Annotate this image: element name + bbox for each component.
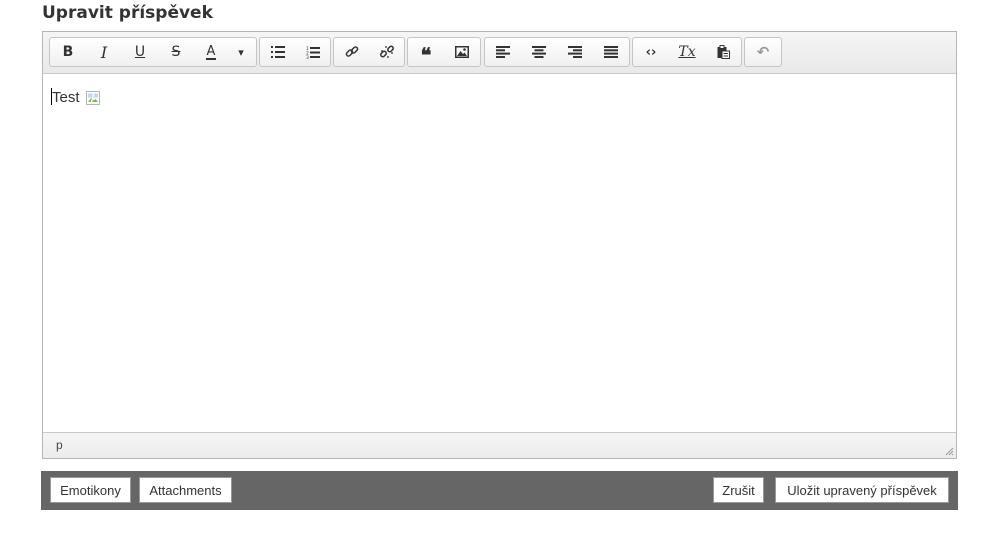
underline-button[interactable]: U (122, 38, 158, 66)
align-center-icon (532, 46, 546, 58)
editor-toolbar: B I U S A ▾ 1 2 3 ❝ ‹› Tx ↶ (43, 32, 956, 74)
emoticons-button[interactable]: Emotikony (50, 477, 131, 503)
tools-group: ‹› Tx (632, 37, 742, 67)
align-left-button[interactable] (485, 38, 521, 66)
quote-icon: ❝ (420, 43, 432, 67)
paste-text-button[interactable] (705, 38, 741, 66)
source-code-button[interactable]: ‹› (633, 38, 669, 66)
unlink-icon (379, 45, 394, 58)
underline-icon: U (134, 44, 146, 60)
editor-statusbar: p (43, 432, 956, 458)
italic-button[interactable]: I (86, 38, 122, 66)
unlink-button[interactable] (369, 38, 404, 66)
broken-image-icon[interactable] (85, 90, 101, 106)
italic-icon: I (100, 42, 108, 62)
code-icon: ‹› (645, 44, 657, 60)
strikethrough-button[interactable]: S (158, 38, 194, 66)
element-path[interactable]: p (56, 438, 63, 452)
undo-icon: ↶ (756, 43, 770, 61)
bold-icon: B (62, 44, 74, 60)
insert-group: ❝ (407, 37, 481, 67)
text-color-button[interactable]: A (194, 38, 228, 66)
content-text: Test (52, 89, 80, 106)
attachments-button[interactable]: Attachments (139, 477, 232, 503)
resize-handle-icon[interactable] (944, 446, 954, 456)
insert-image-button[interactable] (444, 38, 480, 66)
strikethrough-icon: S (171, 44, 181, 60)
svg-text:3: 3 (306, 55, 309, 59)
bullet-list-icon (270, 46, 285, 58)
align-right-button[interactable] (557, 38, 593, 66)
numbered-list-icon: 1 2 3 (306, 46, 320, 59)
align-center-button[interactable] (521, 38, 557, 66)
text-color-dropdown-button[interactable]: ▾ (228, 38, 254, 66)
align-justify-icon (604, 46, 618, 58)
align-left-icon (496, 46, 510, 58)
action-bar: Emotikony Attachments Zrušit Uložit upra… (41, 471, 958, 510)
align-justify-button[interactable] (593, 38, 629, 66)
page-title: Upravit příspěvek (42, 3, 213, 23)
chevron-down-icon: ▾ (238, 45, 244, 59)
link-group (333, 37, 405, 67)
paste-icon (717, 45, 730, 59)
clear-formatting-button[interactable]: Tx (669, 38, 705, 66)
cancel-button[interactable]: Zrušit (713, 477, 764, 503)
list-group: 1 2 3 (259, 37, 331, 67)
clear-format-icon: Tx (678, 44, 696, 60)
align-right-icon (568, 46, 582, 58)
history-group: ↶ (744, 37, 782, 67)
image-icon (455, 46, 469, 58)
link-button[interactable] (334, 38, 369, 66)
bold-button[interactable]: B (50, 38, 86, 66)
ordered-list-button[interactable]: 1 2 3 (295, 38, 330, 66)
save-edited-post-button[interactable]: Uložit upravený příspěvek (775, 477, 949, 503)
format-group: B I U S A ▾ (49, 37, 257, 67)
editor-content[interactable]: Test (43, 74, 956, 432)
link-icon (345, 46, 358, 57)
undo-button[interactable]: ↶ (745, 38, 781, 66)
rich-text-editor: B I U S A ▾ 1 2 3 ❝ ‹› Tx ↶ Test p (42, 31, 957, 459)
unordered-list-button[interactable] (260, 38, 295, 66)
text-color-icon: A (205, 43, 217, 60)
blockquote-button[interactable]: ❝ (408, 38, 444, 66)
alignment-group (484, 37, 630, 67)
